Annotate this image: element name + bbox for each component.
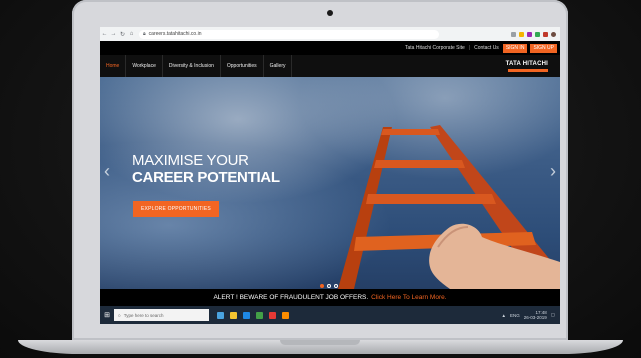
- hero-banner: MAXIMISE YOUR CAREER POTENTIAL EXPLORE O…: [100, 77, 560, 289]
- alert-learn-more-link[interactable]: Click Here To Learn More.: [371, 294, 446, 301]
- extension-icon[interactable]: [535, 31, 540, 37]
- carousel-dot[interactable]: [327, 284, 331, 288]
- divider: |: [468, 45, 471, 51]
- site-utility-bar: Tata Hitachi Corporate Site | Contact Us…: [100, 41, 560, 55]
- chrome-icon[interactable]: [256, 311, 263, 319]
- reload-icon[interactable]: ↻: [118, 31, 127, 38]
- ladder-rung: [374, 160, 465, 168]
- webcam: [327, 10, 333, 16]
- ladder-rung: [381, 129, 440, 135]
- laptop-base-notch: [280, 340, 360, 345]
- nav-item-gallery[interactable]: Gallery: [264, 55, 293, 77]
- logo-text: TATA HITACHI: [505, 60, 548, 67]
- pinned-apps: [217, 311, 289, 319]
- nav-item-opportunities[interactable]: Opportunities: [221, 55, 264, 77]
- edge-icon[interactable]: [243, 311, 250, 319]
- windows-start-icon[interactable]: ⊞: [100, 311, 114, 319]
- logo-accent-strip: [508, 68, 548, 72]
- app-icon[interactable]: [269, 311, 276, 319]
- address-bar[interactable]: 🔒︎ careers.tatahitachi.co.in: [139, 29, 439, 39]
- brand-logo[interactable]: TATA HITACHI: [506, 61, 548, 72]
- chevron-right-icon[interactable]: ›: [550, 161, 556, 182]
- clock-date: 26-03-2019: [523, 315, 547, 320]
- carousel-dot[interactable]: [334, 284, 338, 288]
- home-icon[interactable]: ⌂: [127, 31, 136, 37]
- alert-text: ALERT ! BEWARE OF FRAUDULENT JOB OFFERS.: [213, 294, 369, 301]
- extension-icon[interactable]: [527, 31, 532, 37]
- laptop-screen: ← → ↻ ⌂ 🔒︎ careers.tatahitachi.co.in Tat…: [100, 27, 560, 324]
- hero-headline-line-2: CAREER POTENTIAL: [132, 169, 280, 186]
- app-icon[interactable]: [282, 311, 289, 319]
- sign-in-button[interactable]: SIGN IN: [502, 43, 528, 53]
- language-indicator[interactable]: ENG: [510, 313, 520, 318]
- clock[interactable]: 17:48 26-03-2019: [524, 310, 547, 320]
- back-icon[interactable]: ←: [100, 31, 109, 37]
- nav-item-diversity[interactable]: Diversity & Inclusion: [163, 55, 221, 77]
- taskbar-search-input[interactable]: ○ Type here to search: [114, 309, 209, 321]
- chevron-left-icon[interactable]: ‹: [104, 161, 110, 182]
- url-text: careers.tatahitachi.co.in: [148, 31, 202, 37]
- sign-up-button[interactable]: SIGN UP: [530, 43, 557, 53]
- extension-icon[interactable]: [511, 31, 516, 37]
- extensions-area: [511, 31, 560, 37]
- hero-headline-line-1: MAXIMISE YOUR: [132, 152, 249, 169]
- corporate-site-link[interactable]: Tata Hitachi Corporate Site: [405, 45, 465, 51]
- browser-toolbar: ← → ↻ ⌂ 🔒︎ careers.tatahitachi.co.in: [100, 27, 560, 41]
- ladder-left-rail: [338, 127, 392, 289]
- windows-taskbar: ⊞ ○ Type here to search ▲ ENG 17:48 26-0…: [100, 306, 560, 324]
- search-placeholder: Type here to search: [123, 312, 164, 318]
- forward-icon[interactable]: →: [109, 31, 118, 37]
- lock-icon: 🔒︎: [143, 31, 146, 37]
- fraud-alert-bar: ALERT ! BEWARE OF FRAUDULENT JOB OFFERS.…: [100, 289, 560, 306]
- ladder-rung: [366, 194, 496, 204]
- bookmark-star-icon[interactable]: [519, 31, 524, 37]
- task-view-icon[interactable]: [217, 311, 224, 319]
- file-explorer-icon[interactable]: [230, 311, 237, 319]
- carousel-indicators: [320, 284, 338, 288]
- network-icon[interactable]: ▲: [501, 313, 505, 318]
- system-tray: ▲ ENG 17:48 26-03-2019 ▢: [501, 310, 560, 320]
- notification-icon[interactable]: ▢: [551, 312, 555, 318]
- explore-opportunities-button[interactable]: EXPLORE OPPORTUNITIES: [133, 201, 219, 217]
- contact-us-link[interactable]: Contact Us: [474, 45, 499, 51]
- main-navigation: Home Workplace Diversity & Inclusion Opp…: [100, 55, 560, 77]
- nav-item-home[interactable]: Home: [100, 55, 127, 77]
- profile-avatar-icon[interactable]: [551, 31, 556, 37]
- nav-item-workplace[interactable]: Workplace: [126, 55, 163, 77]
- carousel-dot[interactable]: [320, 284, 324, 288]
- search-icon: ○: [118, 312, 121, 318]
- extension-icon[interactable]: [543, 31, 548, 37]
- hero-headline: MAXIMISE YOUR CAREER POTENTIAL: [132, 152, 280, 186]
